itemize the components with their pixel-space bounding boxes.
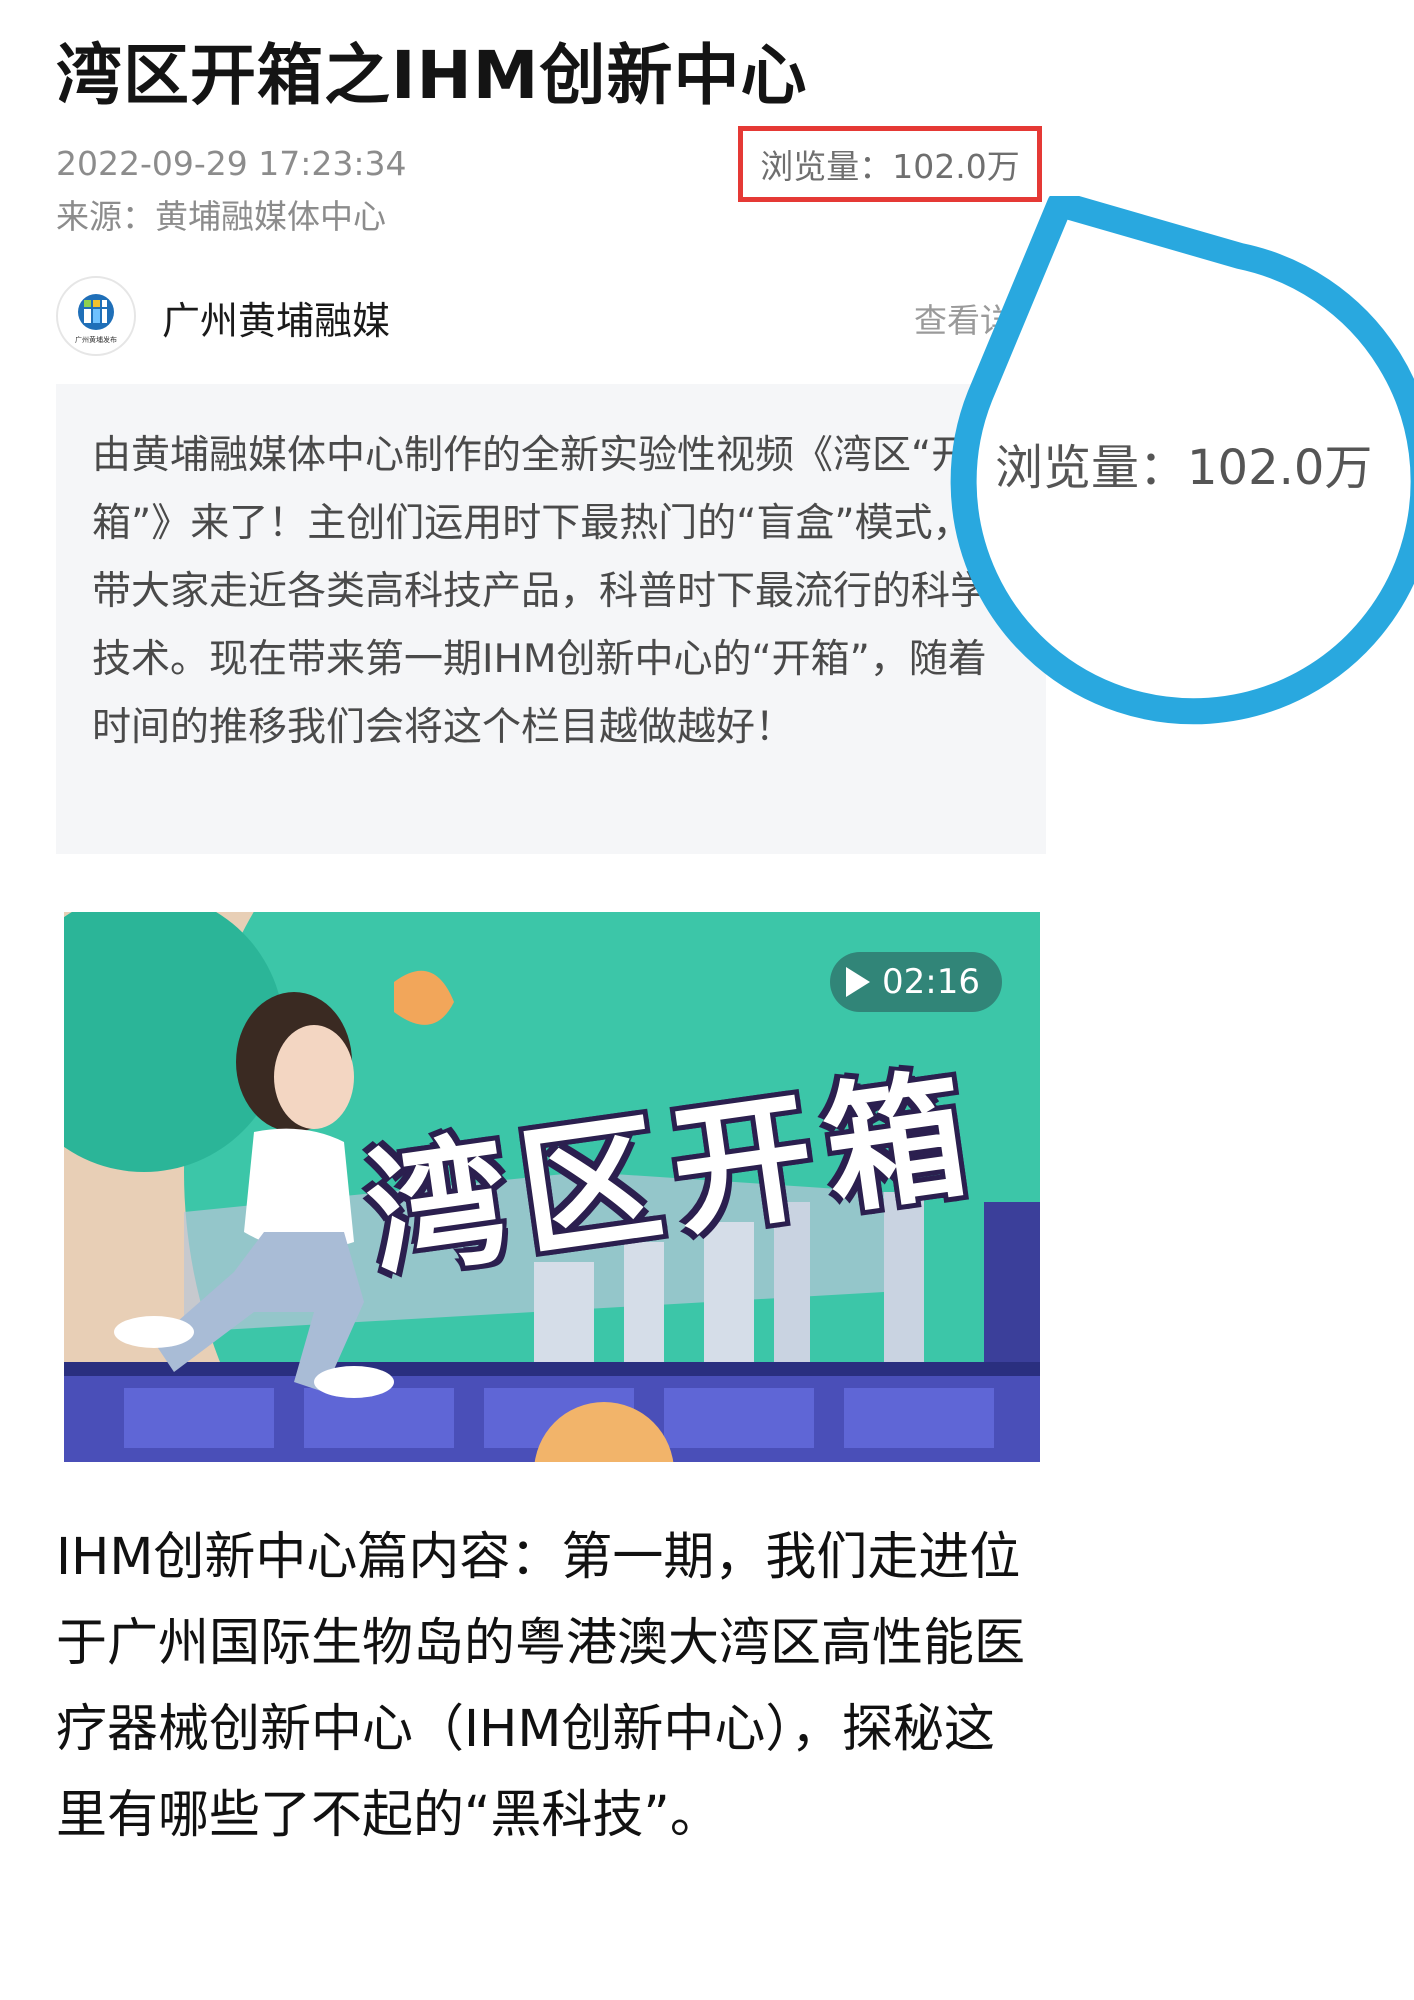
account-row[interactable]: 广州黄埔发布 广州黄埔融媒 查看详情 (56, 276, 1046, 356)
body-paragraph: IHM创新中心篇内容：第一期，我们走进位于广州国际生物岛的粤港澳大湾区高性能医疗… (56, 1528, 1026, 1845)
publisher-logo-icon: 广州黄埔发布 (75, 294, 117, 344)
play-icon[interactable] (846, 967, 870, 997)
article-page: 湾区开箱之IHM创新中心 2022-09-29 17:23:34 来源：黄埔融媒… (0, 0, 1414, 2000)
account-name[interactable]: 广州黄埔融媒 (162, 290, 390, 345)
video-duration: 02:16 (882, 962, 980, 1002)
article-summary: 由黄埔融媒体中心制作的全新实验性视频《湾区“开箱”》来了！主创们运用时下最热门的… (56, 384, 1046, 854)
avatar[interactable]: 广州黄埔发布 (56, 276, 136, 356)
zoom-callout-text: 浏览量：102.0万 (995, 440, 1373, 496)
video-player[interactable]: 湾区开箱 02:16 (64, 912, 1040, 1462)
view-count-highlight: 浏览量：102.0万 (738, 126, 1042, 202)
article-title: 湾区开箱之IHM创新中心 (56, 37, 808, 114)
summary-text: 由黄埔融媒体中心制作的全新实验性视频《湾区“开箱”》来了！主创们运用时下最热门的… (92, 433, 990, 750)
publish-date: 2022-09-29 17:23:34 (56, 144, 407, 183)
article-source: 来源：黄埔融媒体中心 (56, 197, 386, 236)
video-duration-badge[interactable]: 02:16 (830, 952, 1002, 1012)
avatar-caption: 广州黄埔发布 (75, 335, 117, 344)
article-body: IHM创新中心篇内容：第一期，我们走进位于广州国际生物岛的粤港澳大湾区高性能医疗… (56, 1515, 1041, 1859)
view-count: 浏览量：102.0万 (760, 147, 1020, 186)
